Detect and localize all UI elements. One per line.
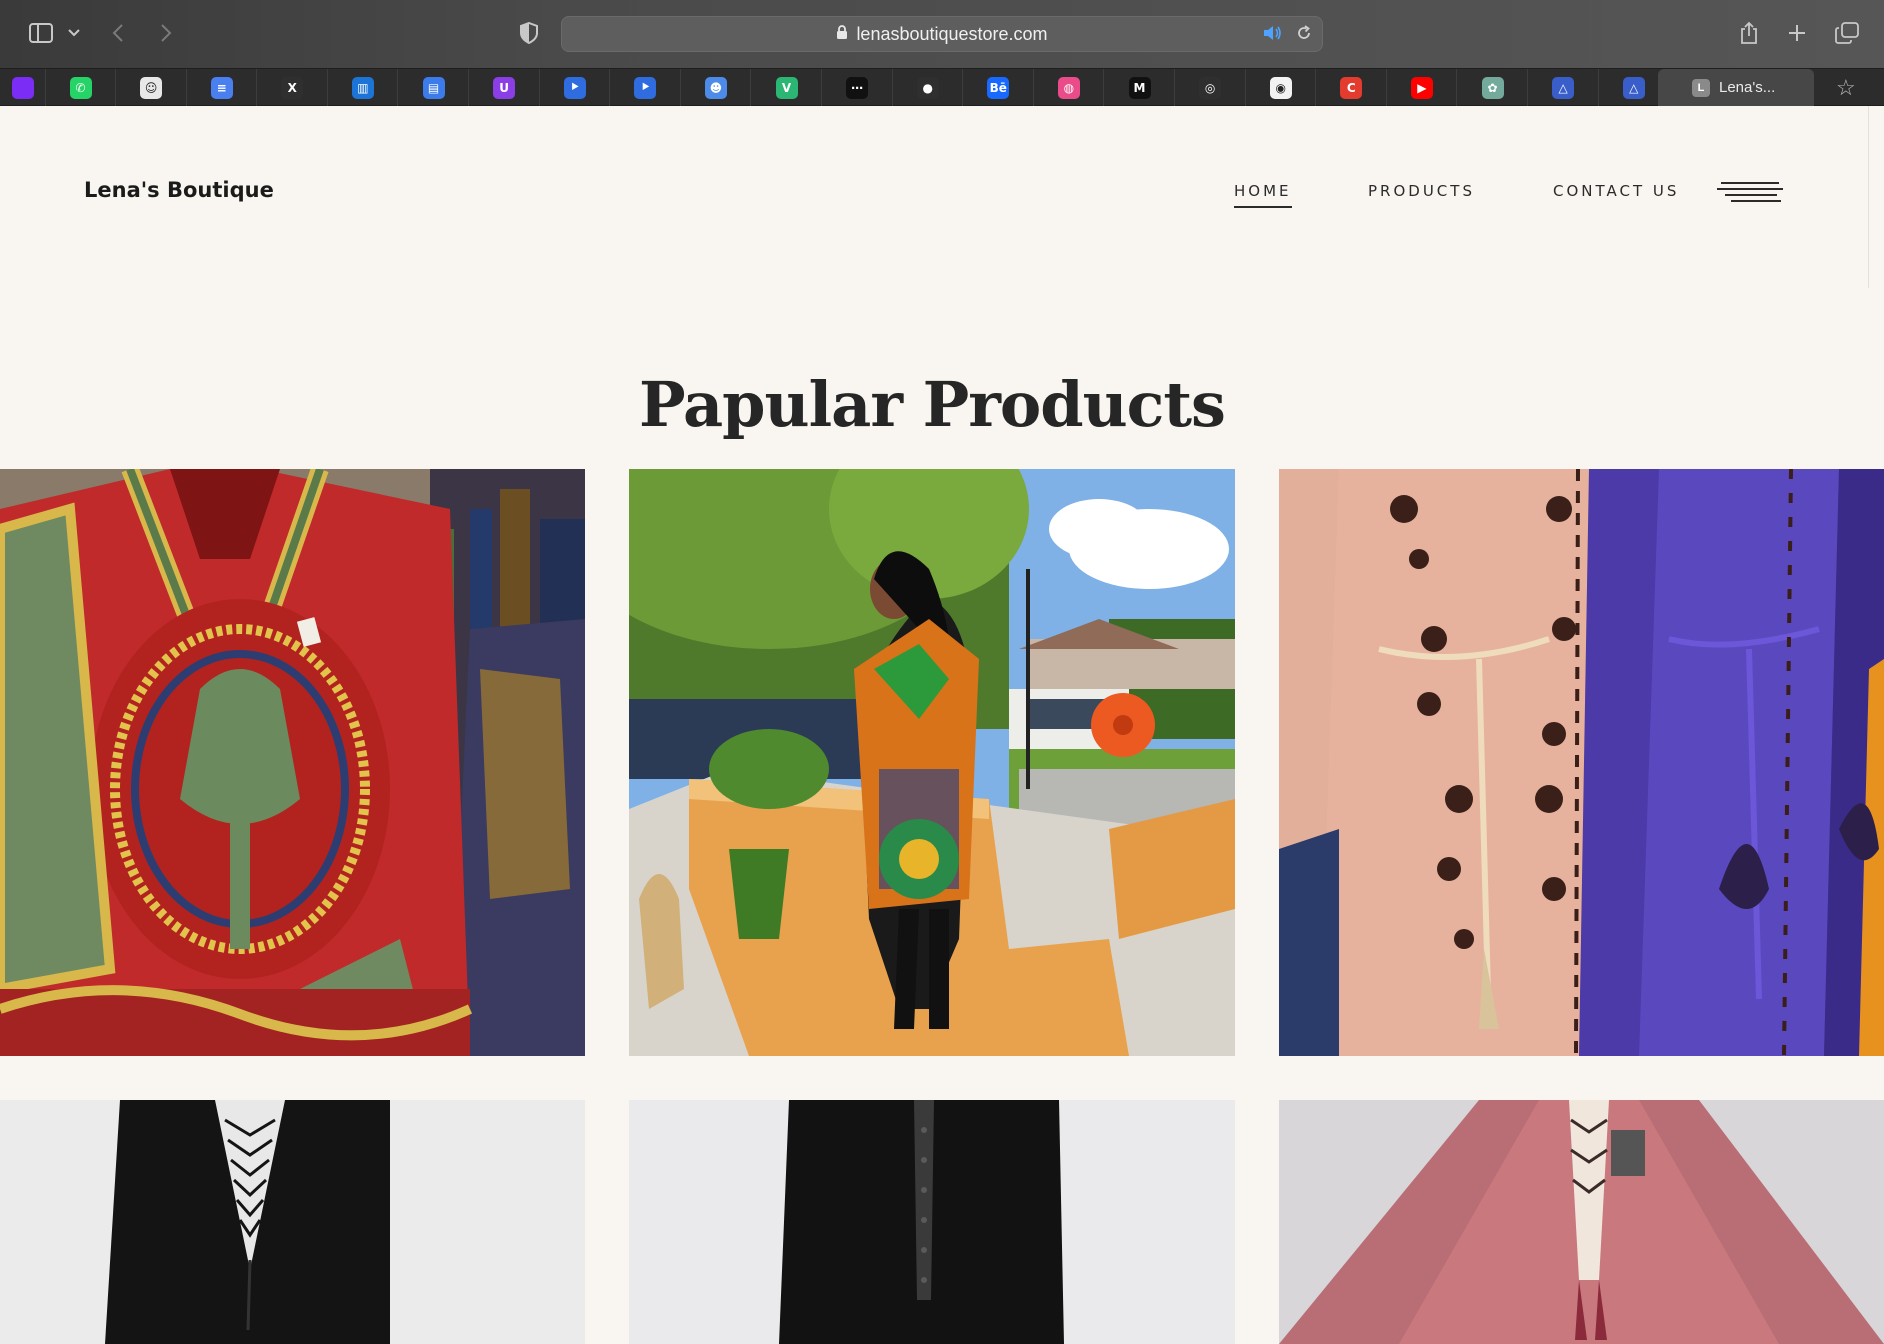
chatgpt-icon: ✿: [1481, 76, 1504, 99]
dribbble-icon: ◍: [1057, 76, 1080, 99]
trello-icon: ▥: [351, 76, 374, 99]
medium-icon: M: [1128, 76, 1151, 99]
tab-favicon: L: [1692, 78, 1710, 97]
pinned-tab[interactable]: X: [258, 69, 328, 106]
tab-label: Lena's...: [1719, 79, 1776, 96]
v-icon: V: [775, 76, 798, 99]
pinned-tab[interactable]: U: [470, 69, 540, 106]
product-image-black-abaya-chevron: [0, 1100, 585, 1344]
sidebar-toggle-icon[interactable]: [24, 18, 58, 48]
circle-icon: ◉: [1269, 76, 1292, 99]
nav-home[interactable]: HOME: [1234, 182, 1292, 208]
tab-bar: ✆ ☺ ≡ X ▥ ▤ U ⯈ ⯈ ☻ V ⋯ ● Bē ◍ M ◎ ◉ C ▶ ✿ △ △ L Lena's... ☆: [0, 68, 1884, 106]
pinned-tab[interactable]: ⯈: [611, 69, 681, 106]
pinned-tab[interactable]: ⯈: [540, 69, 611, 106]
page-viewport: Lena's Boutique HOME PRODUCTS CONTACT US…: [0, 106, 1884, 1344]
pinned-tab[interactable]: ◎: [1176, 69, 1246, 106]
product-tile-5[interactable]: [629, 1100, 1235, 1344]
browser-toolbar: lenasboutiquestore.com: [0, 0, 1884, 68]
notes-icon: ▤: [422, 76, 445, 99]
new-tab-icon[interactable]: [1786, 18, 1808, 48]
jira-icon: ⯈: [563, 76, 586, 99]
triangle-icon: △: [1622, 76, 1645, 99]
pinned-tab[interactable]: ●: [893, 69, 964, 106]
site-title[interactable]: Lena's Boutique: [84, 178, 274, 202]
product-image-embroidered-abayas: [1279, 469, 1884, 1056]
whatsapp-icon: ✆: [69, 76, 92, 99]
pinned-tab[interactable]: ◉: [1246, 69, 1317, 106]
bot-icon: ☻: [704, 76, 727, 99]
pinned-tab[interactable]: ☻: [681, 69, 752, 106]
shield-icon[interactable]: [518, 18, 540, 48]
speaker-icon[interactable]: [1262, 25, 1282, 46]
product-tile-3[interactable]: [1279, 469, 1884, 1056]
x-icon: X: [281, 76, 304, 99]
section-heading: Papular Products: [639, 368, 1226, 441]
pinned-tab[interactable]: ✿: [1458, 69, 1528, 106]
pinned-tab[interactable]: ▶: [1387, 69, 1458, 106]
docs-icon: ≡: [210, 76, 233, 99]
product-image-red-dashiki: [0, 469, 585, 1056]
back-icon[interactable]: [108, 18, 128, 48]
pinned-tab[interactable]: ▥: [328, 69, 399, 106]
pinned-tab[interactable]: Bē: [964, 69, 1034, 106]
scrollbar[interactable]: [1868, 106, 1884, 288]
nav-contact-us[interactable]: CONTACT US: [1553, 182, 1679, 200]
star-icon[interactable]: ☆: [1836, 75, 1856, 101]
pinned-tab[interactable]: V: [752, 69, 822, 106]
smiley-icon: ☺: [140, 76, 163, 99]
product-tile-2[interactable]: [629, 469, 1235, 1056]
pinned-tab[interactable]: C: [1317, 69, 1387, 106]
url-text: lenasboutiquestore.com: [856, 23, 1048, 44]
product-image-rose-kaftan: [1279, 1100, 1884, 1344]
product-tile-1[interactable]: [0, 469, 585, 1056]
pinned-tab[interactable]: △: [1529, 69, 1599, 106]
address-bar[interactable]: lenasboutiquestore.com: [561, 16, 1323, 52]
pinned-tab[interactable]: [0, 69, 46, 106]
pinned-tab[interactable]: ◍: [1034, 69, 1105, 106]
nav-products[interactable]: PRODUCTS: [1368, 182, 1475, 200]
pinned-tab[interactable]: ⋯: [823, 69, 893, 106]
globe-icon: ◎: [1199, 76, 1222, 99]
lock-icon: [836, 24, 848, 45]
dots-icon: ⋯: [846, 76, 869, 99]
behance-icon: Bē: [987, 76, 1010, 99]
pinned-tab[interactable]: M: [1105, 69, 1175, 106]
pinned-tab[interactable]: ☺: [117, 69, 187, 106]
product-tile-6[interactable]: [1279, 1100, 1884, 1344]
tab-lenas-boutique[interactable]: L Lena's...: [1658, 69, 1814, 106]
pinned-tab[interactable]: ≡: [187, 69, 258, 106]
triangle-icon: △: [1552, 76, 1575, 99]
product-tile-4[interactable]: [0, 1100, 585, 1344]
jira-icon: ⯈: [634, 76, 657, 99]
tab-overview-icon[interactable]: [1834, 18, 1860, 48]
bird-icon: ●: [916, 76, 939, 99]
share-icon[interactable]: [1738, 18, 1760, 48]
u-icon: U: [493, 76, 516, 99]
c-icon: C: [1340, 76, 1363, 99]
product-image-print-dress-outdoor: [629, 469, 1235, 1056]
product-image-black-abaya-beaded: [629, 1100, 1235, 1344]
menu-icon[interactable]: [1717, 180, 1783, 202]
youtube-icon: ▶: [1410, 76, 1433, 99]
vivaldi-icon: [11, 76, 34, 99]
pinned-tab[interactable]: ▤: [399, 69, 469, 106]
forward-icon[interactable]: [156, 18, 176, 48]
pinned-tab[interactable]: ✆: [46, 69, 116, 106]
reload-icon[interactable]: [1296, 25, 1312, 46]
chevron-down-icon[interactable]: [66, 18, 82, 48]
